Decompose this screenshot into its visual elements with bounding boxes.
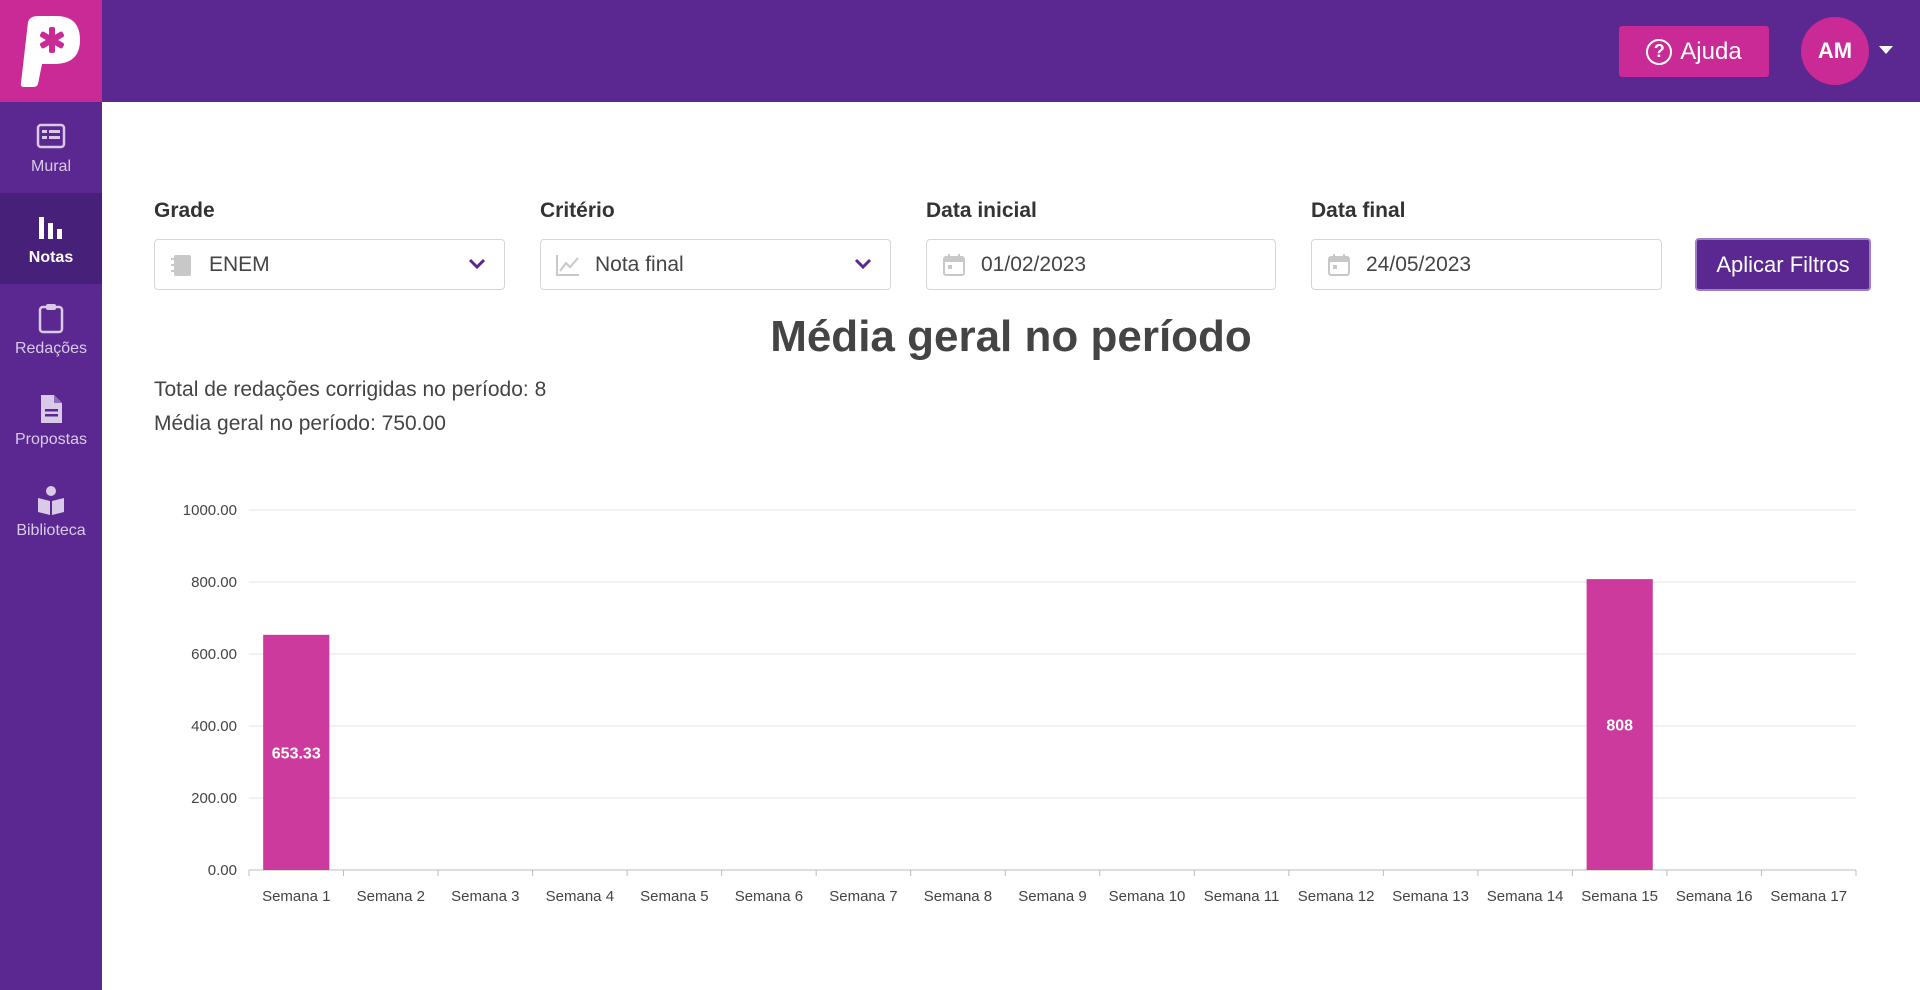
bar-value-label: 808 xyxy=(1606,718,1633,735)
grade-label: Grade xyxy=(154,199,215,222)
grade-select[interactable]: ENEM xyxy=(154,239,505,290)
sidebar: Mural Notas Redações Propostas Bibliotec… xyxy=(0,102,102,990)
data-inicial-value: 01/02/2023 xyxy=(981,252,1087,276)
x-tick-label: Semana 11 xyxy=(1204,888,1280,905)
help-icon: ? xyxy=(1646,38,1673,65)
bar-value-label: 653.33 xyxy=(272,745,321,762)
x-tick-label: Semana 15 xyxy=(1581,888,1658,905)
x-tick-label: Semana 12 xyxy=(1298,888,1375,905)
y-tick-label: 200.00 xyxy=(191,790,237,807)
grade-value: ENEM xyxy=(209,252,270,276)
calendar-icon xyxy=(943,253,965,276)
line-chart-icon xyxy=(556,254,579,276)
sidebar-item-mural[interactable]: Mural xyxy=(0,102,102,193)
logo-icon xyxy=(20,16,80,87)
x-tick-label: Semana 14 xyxy=(1487,888,1564,905)
mural-icon xyxy=(36,123,66,148)
x-tick-label: Semana 10 xyxy=(1109,888,1186,905)
bar-chart: 0.00 200.00 400.00 600.00 800.00 1000.00 Seman… xyxy=(183,502,1857,905)
sidebar-item-redacoes[interactable]: Redações xyxy=(0,284,102,375)
sidebar-item-propostas[interactable]: Propostas xyxy=(0,375,102,466)
criterio-select[interactable]: Nota final xyxy=(540,239,891,290)
sidebar-item-notas[interactable]: Notas xyxy=(0,193,102,284)
clipboard-icon xyxy=(38,303,64,333)
x-tick-label: Semana 5 xyxy=(640,888,708,905)
data-final-label: Data final xyxy=(1311,199,1406,222)
criterio-label: Critério xyxy=(540,199,615,222)
x-tick-label: Semana 13 xyxy=(1392,888,1469,905)
data-inicial-input[interactable]: 01/02/2023 xyxy=(926,239,1276,290)
document-icon xyxy=(41,394,62,423)
x-tick-label: Semana 16 xyxy=(1676,888,1753,905)
sidebar-item-label: Notas xyxy=(28,248,74,266)
caret-down-icon[interactable] xyxy=(1879,46,1893,54)
notebook-icon xyxy=(171,254,191,276)
x-tick-label: Semana 17 xyxy=(1770,888,1847,905)
book-reader-icon xyxy=(38,485,64,515)
data-final-value: 24/05/2023 xyxy=(1366,252,1472,276)
chevron-down-icon xyxy=(854,258,872,270)
y-tick-label: 800.00 xyxy=(191,574,237,591)
help-button[interactable]: ? Ajuda xyxy=(1619,26,1769,77)
y-tick-label: 0.00 xyxy=(208,862,237,879)
x-tick-label: Semana 6 xyxy=(735,888,803,905)
x-tick-label: Semana 4 xyxy=(546,888,614,905)
data-inicial-label: Data inicial xyxy=(926,199,1037,222)
x-tick-label: Semana 1 xyxy=(262,888,330,905)
criterio-value: Nota final xyxy=(595,252,684,276)
calendar-icon xyxy=(1328,253,1350,276)
x-tick-label: Semana 3 xyxy=(451,888,519,905)
app-logo[interactable] xyxy=(0,0,102,102)
x-tick-label: Semana 8 xyxy=(924,888,992,905)
x-tick-label: Semana 2 xyxy=(357,888,425,905)
sidebar-item-label: Propostas xyxy=(14,430,88,448)
media-geral-text: Média geral no período: 750.00 xyxy=(154,412,446,435)
chevron-down-icon xyxy=(468,258,486,270)
user-avatar[interactable]: AM xyxy=(1801,17,1869,85)
page-title: Média geral no período xyxy=(770,312,1252,361)
x-tick-label: Semana 9 xyxy=(1018,888,1086,905)
y-tick-label: 1000.00 xyxy=(183,502,237,519)
apply-filters-button[interactable]: Aplicar Filtros xyxy=(1695,238,1871,291)
sidebar-item-label: Biblioteca xyxy=(16,521,86,539)
help-button-label: Ajuda xyxy=(1680,37,1742,65)
bar-chart-icon xyxy=(39,216,62,239)
total-redacoes-text: Total de redações corrigidas no período:… xyxy=(154,378,547,401)
sidebar-item-label: Redações xyxy=(14,339,88,357)
data-final-input[interactable]: 24/05/2023 xyxy=(1311,239,1662,290)
x-tick-label: Semana 7 xyxy=(829,888,897,905)
sidebar-item-biblioteca[interactable]: Biblioteca xyxy=(0,466,102,557)
y-tick-label: 600.00 xyxy=(191,646,237,663)
sidebar-item-label: Mural xyxy=(30,157,71,175)
y-tick-label: 400.00 xyxy=(191,718,237,735)
